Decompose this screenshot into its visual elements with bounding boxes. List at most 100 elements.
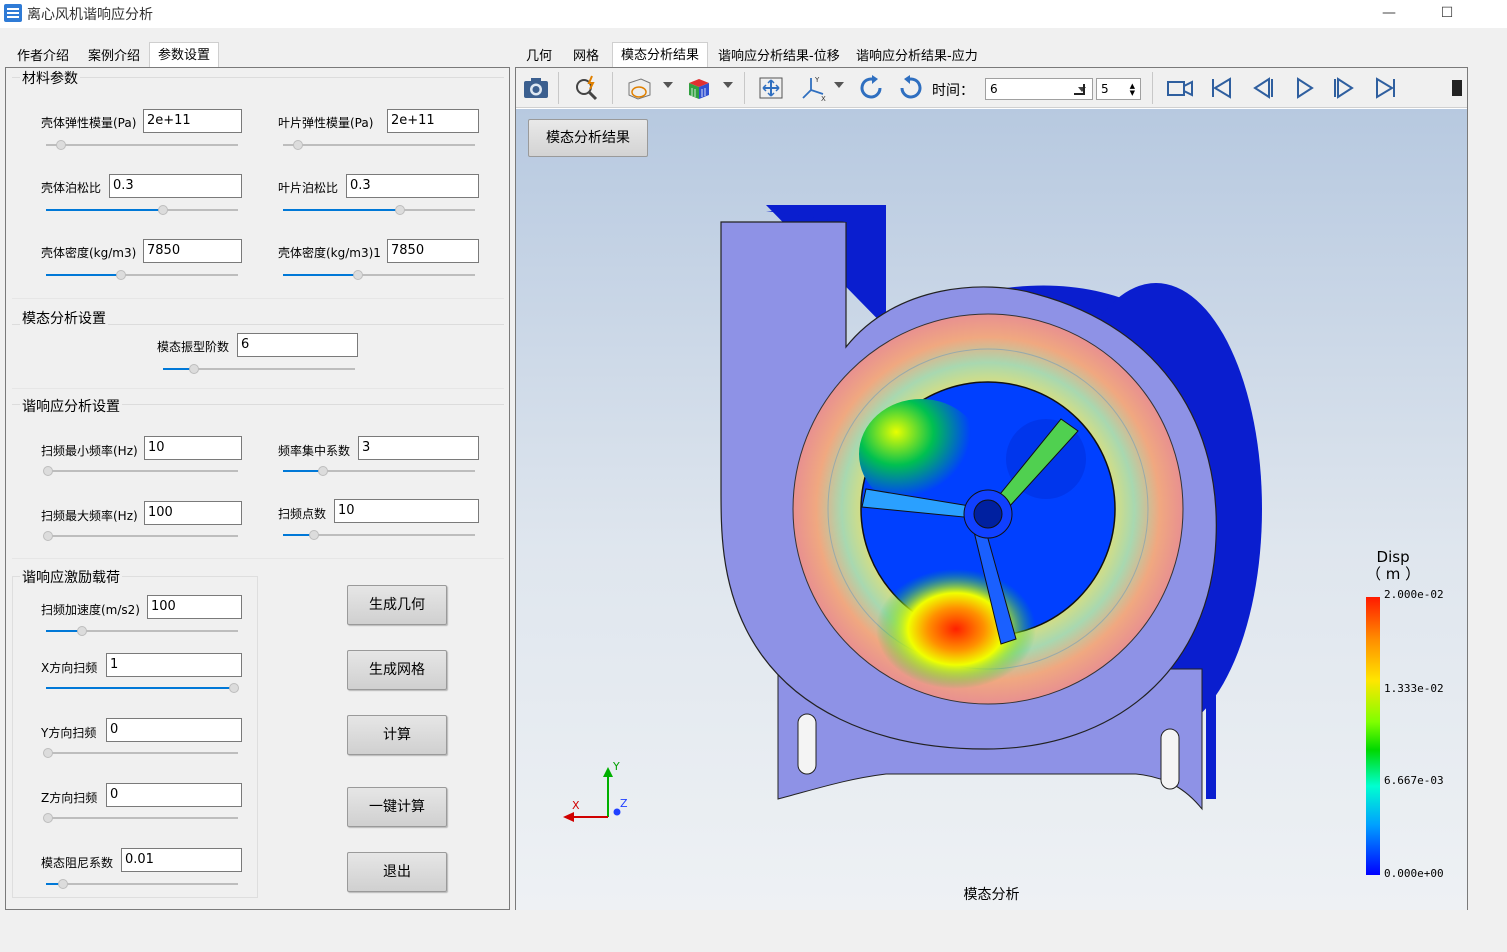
legend-min-label: 0.000e+00 bbox=[1384, 867, 1444, 880]
zoom-icon[interactable] bbox=[572, 74, 602, 102]
shell-poisson-input[interactable]: 0.3 bbox=[109, 174, 242, 198]
next-frame-icon[interactable] bbox=[1330, 74, 1360, 102]
axis-y-arrow bbox=[603, 767, 613, 777]
damping-slider[interactable] bbox=[46, 879, 238, 889]
modal-order-slider[interactable] bbox=[163, 364, 355, 374]
chevron-down-icon[interactable] bbox=[834, 82, 844, 88]
points-input[interactable]: 10 bbox=[334, 499, 479, 523]
z-scan-input[interactable]: 0 bbox=[106, 783, 242, 807]
shell-density1-slider[interactable] bbox=[283, 270, 475, 280]
y-scan-slider[interactable] bbox=[42, 748, 238, 758]
fmin-input[interactable]: 10 bbox=[144, 436, 242, 460]
group-divider bbox=[12, 77, 504, 78]
blade-modulus-label: 叶片弹性模量(Pa) bbox=[278, 116, 374, 130]
record-video-icon[interactable] bbox=[1165, 74, 1195, 102]
shell-modulus-input[interactable]: 2e+11 bbox=[143, 109, 242, 133]
tab-modal-result[interactable]: 模态分析结果 bbox=[612, 42, 709, 68]
x-scan-input[interactable]: 1 bbox=[106, 653, 242, 677]
result-panel: YX 时间： 6 5 ▲ ▼ 模态分析结果 Y X Z Disp （ m ） 2… bbox=[515, 67, 1468, 910]
toolbar-overflow-icon[interactable] bbox=[1452, 80, 1462, 96]
color-map-icon[interactable] bbox=[684, 74, 714, 102]
first-frame-icon[interactable] bbox=[1206, 74, 1236, 102]
legend-max-label: 2.000e-02 bbox=[1384, 588, 1444, 601]
accel-input[interactable]: 100 bbox=[147, 595, 242, 619]
axis-orientation-icon[interactable]: YX bbox=[799, 74, 829, 102]
shell-density-slider[interactable] bbox=[46, 270, 238, 280]
accel-label: 扫频加速度(m/s2) bbox=[41, 603, 140, 617]
accel-slider[interactable] bbox=[46, 626, 238, 636]
shell-modulus-slider[interactable] bbox=[46, 140, 238, 150]
exit-button[interactable]: 退出 bbox=[347, 852, 447, 892]
fmax-label: 扫频最大频率(Hz) bbox=[41, 509, 138, 523]
z-scan-slider[interactable] bbox=[42, 813, 238, 823]
group-divider bbox=[12, 388, 504, 389]
fit-view-icon[interactable] bbox=[756, 74, 786, 102]
points-slider[interactable] bbox=[283, 530, 475, 540]
window-title: 离心风机谐响应分析 bbox=[27, 7, 153, 23]
modal-order-input[interactable]: 6 bbox=[237, 333, 358, 357]
display-mode-icon[interactable] bbox=[624, 74, 654, 102]
x-scan-slider[interactable] bbox=[46, 683, 240, 693]
base-slot bbox=[797, 713, 817, 775]
tab-parameters[interactable]: 参数设置 bbox=[149, 42, 220, 68]
step-value: 5 bbox=[1101, 82, 1109, 96]
toolbar-separator bbox=[612, 72, 613, 104]
rotate-ccw-icon[interactable] bbox=[896, 74, 926, 102]
concentration-input[interactable]: 3 bbox=[358, 436, 479, 460]
fmax-slider[interactable] bbox=[42, 531, 238, 541]
concentration-slider[interactable] bbox=[283, 466, 475, 476]
fan-model-render bbox=[563, 205, 1262, 822]
damping-input[interactable]: 0.01 bbox=[121, 848, 242, 872]
toolbar-separator bbox=[558, 72, 559, 104]
group-divider bbox=[12, 558, 504, 559]
generate-mesh-button[interactable]: 生成网格 bbox=[347, 650, 447, 690]
y-scan-label: Y方向扫频 bbox=[41, 726, 97, 740]
tab-author[interactable]: 作者介绍 bbox=[9, 44, 77, 68]
axis-x-label: X bbox=[572, 799, 580, 812]
blade-poisson-input[interactable]: 0.3 bbox=[346, 174, 479, 198]
shell-poisson-label: 壳体泊松比 bbox=[41, 181, 102, 195]
shell-density-input[interactable]: 7850 bbox=[143, 239, 242, 263]
modal-group-title: 模态分析设置 bbox=[20, 308, 108, 328]
shell-density1-input[interactable]: 7850 bbox=[387, 239, 479, 263]
one-click-compute-button[interactable]: 一键计算 bbox=[347, 787, 447, 827]
y-scan-input[interactable]: 0 bbox=[106, 718, 242, 742]
blade-poisson-slider[interactable] bbox=[283, 205, 475, 215]
rotate-cw-icon[interactable] bbox=[856, 74, 886, 102]
tab-harmonic-stress[interactable]: 谐响应分析结果-应力 bbox=[848, 44, 986, 68]
3d-viewport[interactable]: 模态分析结果 Y X Z Disp （ m ） 2.000e-02 1.333e… bbox=[516, 109, 1467, 910]
step-spinbox[interactable]: 5 ▲ ▼ bbox=[1096, 78, 1141, 100]
tab-mesh[interactable]: 网格 bbox=[565, 44, 607, 68]
excitation-group-title: 谐响应激励载荷 bbox=[20, 567, 122, 587]
fmax-input[interactable]: 100 bbox=[144, 501, 242, 525]
tab-harmonic-displacement[interactable]: 谐响应分析结果-位移 bbox=[710, 44, 848, 68]
fmin-slider[interactable] bbox=[42, 466, 238, 476]
fmin-label: 扫频最小频率(Hz) bbox=[41, 444, 138, 458]
concentration-label: 频率集中系数 bbox=[278, 444, 351, 458]
time-label: 时间： bbox=[932, 83, 974, 99]
blade-modulus-slider[interactable] bbox=[283, 140, 475, 150]
harmonic-group-title: 谐响应分析设置 bbox=[20, 396, 122, 416]
modal-order-label: 模态振型阶数 bbox=[157, 340, 230, 354]
minimize-button[interactable]: — bbox=[1366, 2, 1412, 26]
title-bar: 离心风机谐响应分析 — ☐ bbox=[0, 0, 1507, 28]
screenshot-icon[interactable] bbox=[521, 74, 551, 102]
previous-frame-icon[interactable] bbox=[1247, 74, 1277, 102]
chevron-down-icon[interactable] bbox=[663, 82, 673, 88]
shell-poisson-slider[interactable] bbox=[46, 205, 238, 215]
legend-mid-high-label: 1.333e-02 bbox=[1384, 682, 1444, 695]
fan-hub-bore bbox=[973, 499, 1003, 529]
play-icon[interactable] bbox=[1289, 74, 1319, 102]
last-frame-icon[interactable] bbox=[1371, 74, 1401, 102]
tab-case[interactable]: 案例介绍 bbox=[80, 44, 148, 68]
generate-geometry-button[interactable]: 生成几何 bbox=[347, 585, 447, 625]
maximize-button[interactable]: ☐ bbox=[1424, 2, 1470, 26]
axis-y-label: Y bbox=[613, 760, 620, 773]
spin-arrows-icon: ▲ ▼ bbox=[1129, 82, 1135, 97]
tab-geometry[interactable]: 几何 bbox=[518, 44, 560, 68]
blade-modulus-input[interactable]: 2e+11 bbox=[387, 109, 479, 133]
compute-button[interactable]: 计算 bbox=[347, 715, 447, 755]
chevron-down-icon[interactable] bbox=[723, 82, 733, 88]
material-group-title: 材料参数 bbox=[20, 68, 80, 88]
base-slot bbox=[1160, 728, 1180, 790]
